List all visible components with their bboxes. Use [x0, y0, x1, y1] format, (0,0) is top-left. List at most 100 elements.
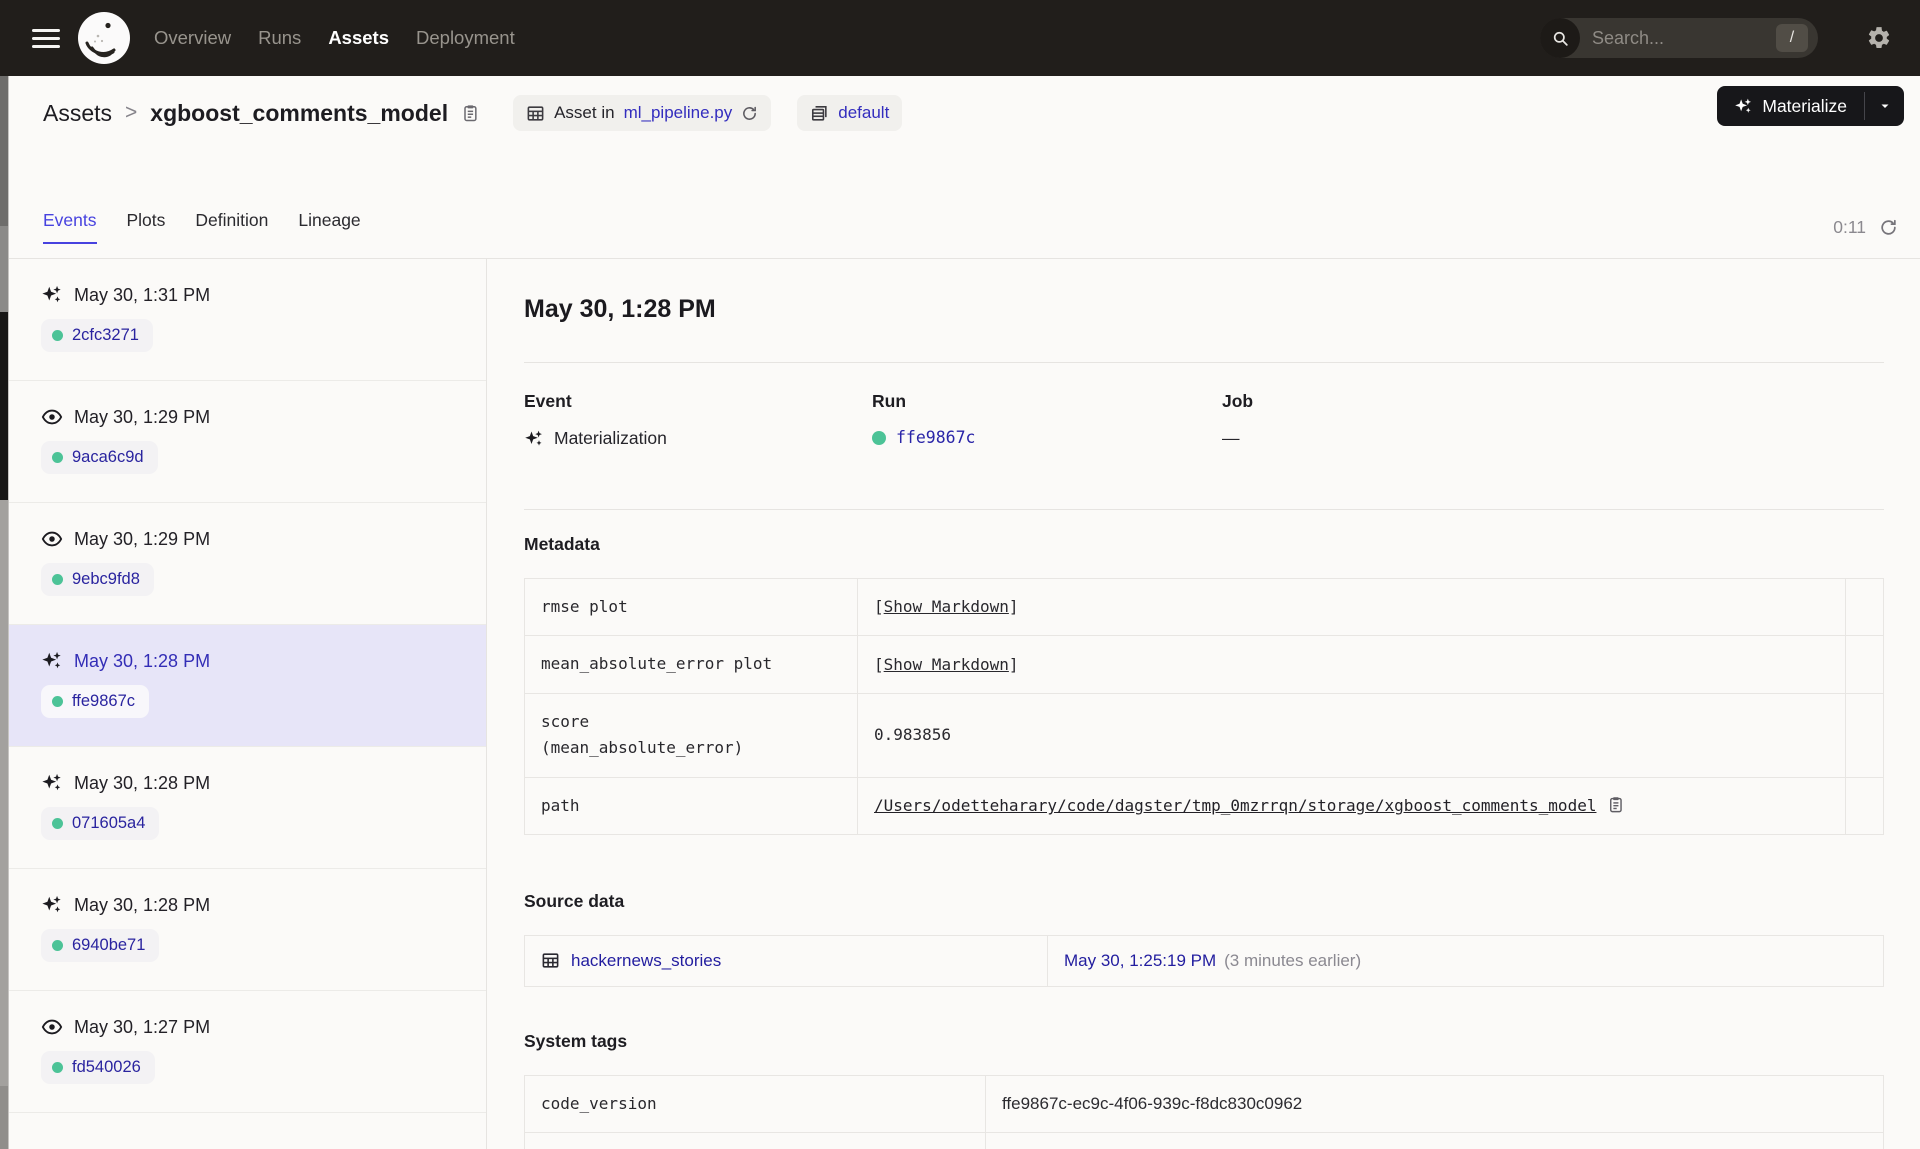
run-id-pill[interactable]: 9aca6c9d	[41, 441, 158, 474]
tab-definition[interactable]: Definition	[195, 210, 268, 244]
path-link[interactable]: /Users/odetteharary/code/dagster/tmp_0mz…	[874, 796, 1596, 815]
tab-plots[interactable]: Plots	[127, 210, 166, 244]
copy-asset-name-icon[interactable]	[460, 103, 480, 123]
tabs: Events Plots Definition Lineage	[43, 210, 361, 244]
show-markdown-link[interactable]: Show Markdown	[884, 655, 1009, 674]
source-time-link[interactable]: May 30, 1:25:19 PM	[1064, 951, 1216, 970]
observation-eye-icon	[41, 528, 63, 550]
dagster-logo[interactable]	[78, 12, 130, 64]
run-status-dot	[52, 1062, 63, 1073]
event-timestamp: May 30, 1:28 PM	[74, 650, 211, 671]
run-id-pill[interactable]: 2cfc3271	[41, 319, 153, 352]
materialize-dropdown-button[interactable]	[1865, 86, 1904, 126]
run-id-label: ffe9867c	[72, 692, 136, 710]
nav-item-deployment[interactable]: Deployment	[416, 27, 515, 49]
nav-item-assets[interactable]: Assets	[328, 27, 389, 49]
run-id-pill[interactable]: 6940be71	[41, 929, 160, 962]
event-detail-title: May 30, 1:28 PM	[524, 295, 716, 323]
repo-tag-pill[interactable]: default	[797, 95, 903, 131]
copy-path-icon[interactable]	[1606, 795, 1625, 814]
page-header: Assets > xgboost_comments_model Asset in…	[9, 76, 1920, 150]
source-asset-link[interactable]: hackernews_stories	[571, 951, 721, 971]
search-input[interactable]: Search... /	[1540, 18, 1818, 58]
run-id-pill[interactable]: 071605a4	[41, 807, 160, 840]
event-timestamp: May 30, 1:29 PM	[74, 528, 211, 549]
chevron-down-icon	[1881, 104, 1888, 109]
metadata-row: mean_absolute_error plot [Show Markdown]	[524, 635, 1884, 694]
reload-definitions-icon[interactable]	[741, 105, 758, 122]
run-status-dot	[52, 574, 63, 585]
nav-item-overview[interactable]: Overview	[154, 27, 231, 49]
table-gutter	[1845, 776, 1884, 835]
job-value: —	[1222, 428, 1240, 448]
table-icon	[541, 951, 560, 970]
system-tag-key: code_version	[541, 1093, 657, 1113]
source-data-heading: Source data	[524, 890, 625, 911]
top-nav: Overview Runs Assets Deployment Search... /	[0, 0, 1920, 76]
markdown-value: [Show Markdown]	[874, 597, 1019, 617]
system-tags-heading: System tags	[524, 1030, 628, 1051]
event-list-item[interactable]: May 30, 1:28 PM 071605a4	[9, 747, 486, 869]
metadata-row: path/Users/odetteharary/code/dagster/tmp…	[524, 776, 1884, 835]
refresh-icon[interactable]	[1879, 218, 1898, 237]
metadata-key: rmse plot	[541, 597, 628, 616]
table-gutter	[1845, 635, 1884, 694]
asset-location-pill[interactable]: Asset in ml_pipeline.py	[513, 95, 772, 131]
show-markdown-link[interactable]: Show Markdown	[884, 597, 1009, 616]
repo-name-link[interactable]: default	[838, 103, 889, 123]
event-list-item[interactable]: May 30, 1:28 PM 6940be71	[9, 869, 486, 991]
table-icon	[526, 104, 545, 123]
event-list-item[interactable]: May 30, 1:29 PM 9ebc9fd8	[9, 503, 486, 625]
nav-item-runs[interactable]: Runs	[258, 27, 301, 49]
refresh-timer: 0:11	[1833, 217, 1898, 238]
run-status-dot	[52, 940, 63, 951]
metadata-row: score (mean_absolute_error) 0.983856	[524, 692, 1884, 778]
source-data-row: hackernews_stories May 30, 1:25:19 PM (3 m…	[524, 934, 1884, 987]
event-timestamp: May 30, 1:29 PM	[74, 406, 211, 427]
source-relative-time: (3 minutes earlier)	[1224, 950, 1362, 970]
timer-countdown: 0:11	[1833, 217, 1866, 237]
metadata-row: rmse plot [Show Markdown]	[524, 577, 1884, 637]
event-timestamp: May 30, 1:28 PM	[74, 894, 211, 915]
breadcrumb-assets-link[interactable]: Assets	[43, 100, 112, 127]
tab-events[interactable]: Events	[43, 210, 97, 244]
table-gutter	[1845, 692, 1884, 778]
run-id-label: 9aca6c9d	[72, 448, 144, 466]
search-placeholder: Search...	[1592, 27, 1665, 48]
system-tag-value: ffe9867c-ec9c-4f06-939c-f8dc830c0962	[1002, 1094, 1303, 1114]
materialization-sparkle-icon	[41, 284, 63, 306]
run-id-link[interactable]: ffe9867c	[896, 428, 975, 447]
run-id-pill[interactable]: fd540026	[41, 1051, 155, 1084]
run-id-pill[interactable]: 9ebc9fd8	[41, 563, 154, 596]
source-data-table: hackernews_stories May 30, 1:25:19 PM (3 m…	[524, 934, 1884, 987]
menu-icon[interactable]	[32, 28, 60, 48]
metadata-value: 0.983856	[874, 725, 952, 745]
materialize-sparkle-icon	[1734, 97, 1753, 116]
run-id-pill[interactable]: ffe9867c	[41, 685, 150, 718]
settings-gear-icon[interactable]	[1866, 25, 1892, 51]
materialize-button[interactable]: Materialize	[1717, 86, 1864, 126]
metadata-heading: Metadata	[524, 534, 600, 554]
observation-eye-icon	[41, 406, 63, 428]
run-id-label: 2cfc3271	[72, 326, 139, 344]
observation-eye-icon	[41, 1016, 63, 1038]
event-list-item[interactable]: May 30, 1:29 PM 9aca6c9d	[9, 381, 486, 503]
markdown-value: [Show Markdown]	[874, 654, 1019, 674]
run-id-label: 6940be71	[72, 936, 146, 954]
asset-file-link[interactable]: ml_pipeline.py	[624, 103, 733, 123]
repo-icon	[810, 104, 829, 123]
run-status-dot	[52, 696, 63, 707]
system-tag-row-cropped	[524, 1132, 1884, 1149]
event-timestamp: May 30, 1:31 PM	[74, 284, 211, 305]
event-list-item[interactable]: May 30, 1:31 PM 2cfc3271	[9, 259, 486, 381]
run-id-label: 9ebc9fd8	[72, 570, 140, 588]
breadcrumb-separator: >	[125, 101, 138, 124]
page-title: xgboost_comments_model	[150, 99, 449, 126]
tab-lineage[interactable]: Lineage	[298, 210, 360, 244]
slash-shortcut-badge: /	[1776, 24, 1808, 52]
run-status-dot	[52, 330, 63, 341]
tabs-toolbar: Events Plots Definition Lineage 0:11	[9, 150, 1920, 259]
event-list-item[interactable]: May 30, 1:27 PM fd540026	[9, 991, 486, 1113]
event-list-item[interactable]: May 30, 1:28 PM ffe9867c	[9, 625, 486, 747]
event-summary-grid: Event Materialization Run ffe9867c Job —	[524, 391, 1884, 449]
